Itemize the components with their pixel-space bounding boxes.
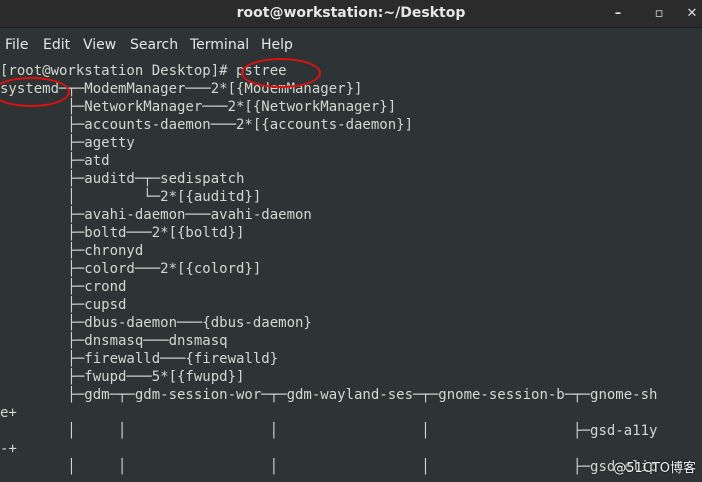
title-bar: root@workstation:~/Desktop – ▫ ✕: [0, 0, 702, 28]
terminal-line: ├─dnsmasq───dnsmasq: [0, 333, 228, 349]
terminal-line: ├─atd: [0, 153, 110, 169]
terminal-line: systemd─┬─ModemManager───2*[{ModemManage…: [0, 81, 363, 97]
terminal-line: e+: [0, 405, 17, 421]
terminal-line: ├─agetty: [0, 135, 135, 151]
terminal-line: ├─cupsd: [0, 297, 127, 313]
terminal-output[interactable]: [root@workstation Desktop]# pstree syste…: [0, 60, 702, 482]
watermark: @51CTO博客: [613, 461, 696, 476]
terminal-line: ├─accounts-daemon───2*[{accounts-daemon}…: [0, 117, 414, 133]
terminal-line: ├─boltd───2*[{boltd}]: [0, 225, 245, 241]
terminal-line: ├─colord───2*[{colord}]: [0, 261, 262, 277]
terminal-line: -+: [0, 441, 17, 457]
terminal-line: ├─avahi-daemon───avahi-daemon: [0, 207, 312, 223]
terminal-line: ├─chronyd: [0, 243, 144, 259]
terminal-line: ├─gdm─┬─gdm-session-wor─┬─gdm-wayland-se…: [0, 387, 658, 403]
terminal-line: ├─auditd─┬─sedispatch: [0, 171, 245, 187]
close-button[interactable]: ✕: [680, 0, 702, 27]
terminal-line: ├─crond: [0, 279, 127, 295]
terminal-line: ├─NetworkManager───2*[{NetworkManager}]: [0, 99, 397, 115]
menu-search[interactable]: Search: [130, 28, 178, 60]
menu-terminal[interactable]: Terminal: [190, 28, 249, 60]
menu-view[interactable]: View: [83, 28, 116, 60]
terminal-line: ├─dbus-daemon───{dbus-daemon}: [0, 315, 312, 331]
menu-help[interactable]: Help: [261, 28, 293, 60]
terminal-line: │ └─2*[{auditd}]: [0, 189, 262, 205]
maximize-button[interactable]: ▫: [647, 0, 671, 27]
terminal-line: ├─fwupd───5*[{fwupd}]: [0, 369, 245, 385]
window-title: root@workstation:~/Desktop: [236, 5, 466, 21]
terminal-line: ├─firewalld───{firewalld}: [0, 351, 279, 367]
menu-file[interactable]: File: [5, 28, 28, 60]
menu-bar: File Edit View Search Terminal Help: [0, 28, 702, 60]
terminal-line: [root@workstation Desktop]# pstree: [0, 63, 287, 79]
minimize-button[interactable]: –: [606, 0, 630, 27]
menu-edit[interactable]: Edit: [43, 28, 70, 60]
terminal-line: │ │ │ │ ├─gsd-a11y: [0, 423, 658, 439]
terminal-line: │ │ │ │ ├─gsd-clip: [0, 459, 658, 475]
